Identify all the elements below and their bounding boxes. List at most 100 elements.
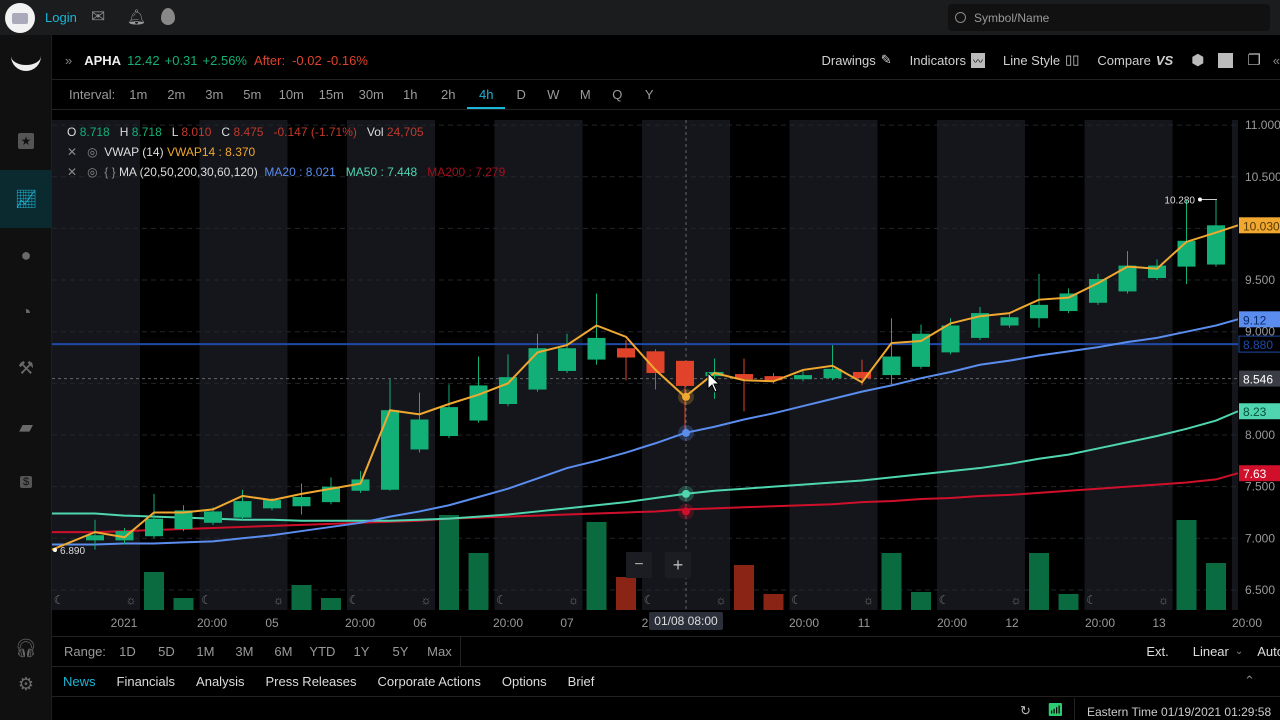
ma20-tag-label: 9.12 (1243, 313, 1267, 327)
tab-brief[interactable]: Brief (568, 674, 595, 689)
y-tick-label: 7.000 (1245, 531, 1275, 545)
candle-body (292, 496, 311, 507)
range-5y[interactable]: 5Y (381, 644, 420, 659)
volume-bar (881, 553, 902, 610)
x-tick-label: 2 (642, 616, 649, 630)
ma50-hover-dot (682, 489, 690, 498)
range-ytd[interactable]: YTD (303, 644, 342, 659)
volume-bar (173, 598, 194, 610)
x-tick-label: 05 (265, 616, 279, 630)
volume-bar (291, 585, 312, 610)
close-label: C (221, 125, 231, 139)
range-1y[interactable]: 1Y (342, 644, 381, 659)
moon-icon: ☾ (791, 593, 802, 607)
tab-press-releases[interactable]: Press Releases (265, 674, 356, 689)
candle-body (1059, 293, 1078, 312)
zoom-in-button[interactable]: + (665, 552, 691, 578)
gear-icon[interactable]: ⚙ (0, 664, 52, 704)
session-band (199, 120, 288, 610)
tab-financials[interactable]: Financials (117, 674, 176, 689)
ma20-value: MA20 : 8.021 (264, 165, 336, 179)
volume-bar (1176, 520, 1197, 610)
volume-label: Vol (366, 125, 384, 139)
range-1d[interactable]: 1D (108, 644, 147, 659)
candle-body (145, 518, 163, 537)
volume-bar (734, 565, 754, 610)
zoom-out-button[interactable]: − (626, 552, 652, 578)
visibility-vwap-icon[interactable]: ◎ (87, 145, 97, 159)
change-value: -0.147 (-1.71%) (273, 125, 357, 139)
candle-body (86, 535, 104, 541)
expand-panel-icon[interactable]: ⌃ (1244, 673, 1255, 689)
candle-body (882, 356, 901, 376)
range-1m[interactable]: 1M (186, 644, 225, 659)
volume-bar (468, 553, 489, 610)
tab-options[interactable]: Options (502, 674, 547, 689)
scale-controls: Ext. Linear ⌄ Auto (1146, 637, 1280, 666)
scale-select[interactable]: Linear (1193, 644, 1229, 659)
sun-icon: ☼ (716, 593, 727, 607)
ma200-value: MA200 : 7.279 (427, 165, 506, 179)
x-tick-label: 11 (858, 616, 871, 630)
refresh-icon[interactable]: ↻ (1020, 703, 1031, 719)
candle-body (410, 419, 429, 450)
ma-name[interactable]: MA (20,50,200,30,60,120) (119, 165, 258, 179)
chevron-down-icon[interactable]: ⌄ (1235, 646, 1243, 657)
session-band (1084, 120, 1173, 610)
wifi-icon: 📶︎ (1047, 702, 1064, 717)
candle-body (794, 375, 812, 380)
tab-analysis[interactable]: Analysis (196, 674, 244, 689)
high-value: 8.718 (131, 125, 162, 139)
vwap-tag-label: 10.030 (1243, 219, 1280, 233)
remove-ma-icon[interactable]: ✕ (67, 165, 77, 179)
sun-icon: ☼ (1011, 593, 1022, 607)
price-chart[interactable]: ☾ ☼ ☾ ☼ ☾ ☼ ☾ ☼ ☾ ☼ ☾ ☼ ☾ ☼ ☾ ☼ 10.280 6.890 11.000 10.500 9… (0, 0, 1280, 636)
volume-bar (1058, 594, 1079, 610)
x-tick-label: 20:00 (345, 616, 375, 630)
y-tick-label: 9.500 (1245, 273, 1275, 287)
ma50-value: MA50 : 7.448 (345, 165, 418, 179)
low-label: L (171, 125, 179, 139)
range-5d[interactable]: 5D (147, 644, 186, 659)
ma20-hover-dot (682, 428, 690, 437)
high-label: H (119, 125, 129, 139)
crosshair-time-label: 01/08 08:00 (654, 614, 718, 628)
volume-bar (321, 598, 341, 610)
tab-news[interactable]: News (63, 674, 96, 689)
range-3m[interactable]: 3M (225, 644, 264, 659)
ext-toggle[interactable]: Ext. (1146, 644, 1168, 659)
candle-body (912, 333, 930, 367)
tab-corporate-actions[interactable]: Corporate Actions (378, 674, 481, 689)
x-tick-label: 13 (1152, 616, 1166, 630)
ma200-tag-label: 7.63 (1243, 467, 1267, 481)
vwap-hover-dot (682, 392, 690, 401)
x-tick-label: 20:00 (1085, 616, 1115, 630)
moon-icon: ☾ (939, 593, 950, 607)
visibility-ma-icon[interactable]: ◎ (87, 165, 97, 179)
code-braces-icon[interactable]: { } (104, 165, 115, 179)
auto-toggle[interactable]: Auto (1257, 644, 1280, 659)
ma-row: ✕ ◎ { } MA (20,50,200,30,60,120) MA20 : … (67, 162, 505, 182)
range-6m[interactable]: 6M (264, 644, 303, 659)
candle-body (440, 407, 458, 437)
moon-icon: ☾ (54, 593, 65, 607)
candle-body (1177, 240, 1196, 267)
vwap-name[interactable]: VWAP (14) (104, 145, 163, 159)
candle-body (204, 511, 222, 523)
open-value: 8.718 (79, 125, 110, 139)
candle-body (528, 348, 547, 390)
volume-bar (1029, 553, 1049, 610)
y-tick-label: 11.000 (1245, 118, 1280, 132)
candle-body (469, 385, 488, 421)
moon-icon: ☾ (644, 593, 655, 607)
vwap-row: ✕ ◎ VWAP (14) VWAP14 : 8.370 (67, 142, 505, 162)
status-time: Eastern Time 01/19/2021 01:29:58 (1087, 705, 1272, 719)
y-tick-label: 6.500 (1245, 583, 1275, 597)
x-tick-label: 20:00 (493, 616, 523, 630)
divider (460, 637, 461, 666)
volume-bar (763, 594, 784, 610)
range-max[interactable]: Max (420, 644, 459, 659)
candle-body (587, 337, 606, 360)
remove-vwap-icon[interactable]: ✕ (67, 145, 77, 159)
sun-icon: ☼ (863, 593, 874, 607)
